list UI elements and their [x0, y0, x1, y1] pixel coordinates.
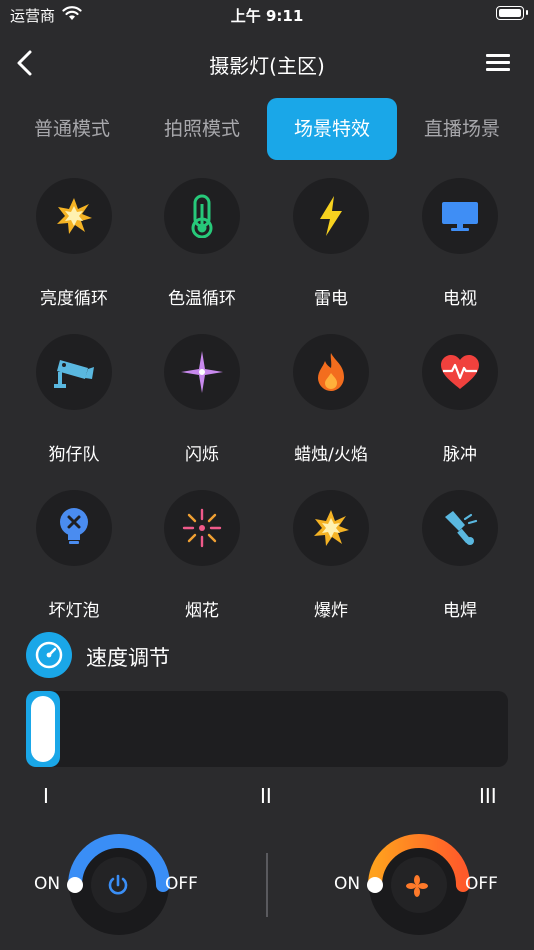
effect-icon-circle [164, 178, 240, 254]
speed-tick-mid: II [260, 784, 272, 808]
sparkle-icon [181, 351, 223, 393]
effect-icon-circle [164, 490, 240, 566]
effect-label: 电视 [443, 289, 477, 309]
page-title: 摄影灯(主区) [209, 54, 325, 78]
effect-explosion[interactable]: 爆炸 [271, 490, 391, 640]
effect-label: 烟花 [185, 601, 219, 621]
tab-live-scene[interactable]: 直播场景 [397, 98, 527, 160]
effect-label: 色温循环 [168, 289, 236, 309]
speed-tick-high: III [479, 784, 497, 808]
speedometer-icon [26, 632, 72, 678]
effect-broken-bulb[interactable]: 坏灯泡 [14, 490, 134, 640]
effect-icon-circle [164, 334, 240, 410]
tab-scene-effects[interactable]: 场景特效 [267, 98, 397, 160]
effect-icon-circle [422, 178, 498, 254]
effect-icon-circle [293, 178, 369, 254]
effect-icon-circle [293, 334, 369, 410]
effect-icon-circle [422, 334, 498, 410]
status-time: 上午 9:11 [230, 7, 304, 25]
power-icon [108, 874, 128, 895]
fan-icon [406, 875, 428, 897]
lightning-icon [320, 196, 342, 236]
tab-normal-mode[interactable]: 普通模式 [7, 98, 137, 160]
status-bar: 运营商 上午 9:11 [0, 0, 534, 28]
speed-header: 速度调节 [26, 632, 326, 678]
effect-icon-circle [293, 490, 369, 566]
effect-icon-circle [36, 334, 112, 410]
fan-on-label: ON [334, 874, 361, 894]
dial-divider [266, 853, 268, 917]
effect-flicker[interactable]: 闪烁 [142, 334, 262, 484]
mode-tabs: 普通模式 拍照模式 场景特效 直播场景 [0, 98, 534, 160]
effect-pulse[interactable]: 脉冲 [400, 334, 520, 484]
welding-icon [445, 511, 478, 545]
effect-label: 电焊 [443, 601, 477, 621]
power-off-label: OFF [165, 874, 198, 894]
effect-color-temp-cycle[interactable]: 色温循环 [142, 178, 262, 328]
effect-label: 坏灯泡 [48, 601, 100, 621]
fan-off-label: OFF [465, 874, 498, 894]
effect-label: 爆炸 [314, 601, 348, 621]
effect-brightness-cycle[interactable]: 亮度循环 [14, 178, 134, 328]
speed-tick-low: I [43, 784, 49, 808]
effect-tv[interactable]: 电视 [400, 178, 520, 328]
effect-welding[interactable]: 电焊 [400, 490, 520, 640]
fan-control: ON OFF [334, 830, 534, 940]
effect-label: 脉冲 [443, 445, 477, 465]
menu-icon[interactable] [486, 54, 510, 72]
broken-bulb-icon [60, 508, 88, 544]
power-control: ON OFF [34, 830, 284, 940]
nav-bar: 摄影灯(主区) [0, 40, 534, 86]
burst-icon [57, 198, 92, 234]
effect-fireworks[interactable]: 烟花 [142, 490, 262, 640]
speed-slider-thumb[interactable] [31, 696, 55, 762]
effect-label: 狗仔队 [48, 445, 100, 465]
thermometer-icon [191, 194, 213, 238]
effect-label: 蜡烛/火焰 [294, 445, 368, 465]
effect-icon-circle [422, 490, 498, 566]
effect-label: 亮度循环 [40, 289, 108, 309]
fireworks-icon [182, 508, 222, 548]
tv-icon [442, 202, 478, 231]
power-on-label: ON [34, 874, 61, 894]
effect-icon-circle [36, 490, 112, 566]
tab-photo-mode[interactable]: 拍照模式 [137, 98, 267, 160]
speed-slider[interactable] [26, 691, 508, 767]
camera-icon [54, 360, 94, 388]
effect-icon-circle [36, 178, 112, 254]
effect-candle-flame[interactable]: 蜡烛/火焰 [271, 334, 391, 484]
effect-lightning[interactable]: 雷电 [271, 178, 391, 328]
heartbeat-icon [441, 355, 479, 389]
speed-title: 速度调节 [86, 646, 170, 670]
effect-paparazzi[interactable]: 狗仔队 [14, 334, 134, 484]
effect-label: 雷电 [314, 289, 348, 309]
effect-label: 闪烁 [185, 445, 219, 465]
flame-icon [318, 353, 344, 391]
explosion-icon [314, 510, 349, 546]
battery-icon [496, 6, 528, 20]
